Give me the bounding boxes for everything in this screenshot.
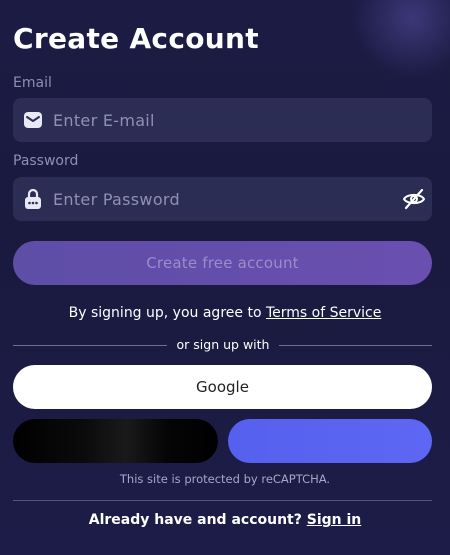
dark-signup-button[interactable] — [13, 419, 218, 463]
page-title: Create Account — [13, 22, 259, 55]
sign-in-link[interactable]: Sign in — [307, 512, 362, 528]
eye-off-icon[interactable] — [402, 187, 426, 211]
google-button-label: Google — [196, 378, 249, 396]
password-input[interactable] — [53, 189, 402, 209]
password-field[interactable] — [13, 177, 432, 221]
terms-prefix: By signing up, you agree to — [68, 305, 262, 321]
divider-line-left — [13, 345, 167, 346]
envelope-icon — [22, 109, 44, 131]
lock-icon — [22, 188, 44, 210]
divider: or sign up with — [13, 337, 432, 353]
signin-prefix: Already have and account? — [88, 512, 302, 528]
google-signup-button[interactable]: Google — [13, 365, 432, 409]
divider-line-right — [279, 345, 432, 346]
terms-text: By signing up, you agree to Terms of Ser… — [0, 305, 450, 321]
password-label: Password — [13, 153, 79, 169]
email-input[interactable] — [53, 110, 432, 130]
signin-row: Already have and account? Sign in — [0, 512, 450, 528]
email-field[interactable] — [13, 98, 432, 142]
blue-signup-button[interactable] — [228, 419, 432, 463]
recaptcha-notice: This site is protected by reCAPTCHA. — [119, 472, 331, 486]
terms-of-service-link[interactable]: Terms of Service — [266, 305, 381, 321]
divider-text: or sign up with — [176, 337, 270, 352]
email-label: Email — [13, 75, 52, 91]
create-account-button[interactable]: Create free account — [13, 241, 432, 285]
bottom-divider — [13, 500, 432, 501]
